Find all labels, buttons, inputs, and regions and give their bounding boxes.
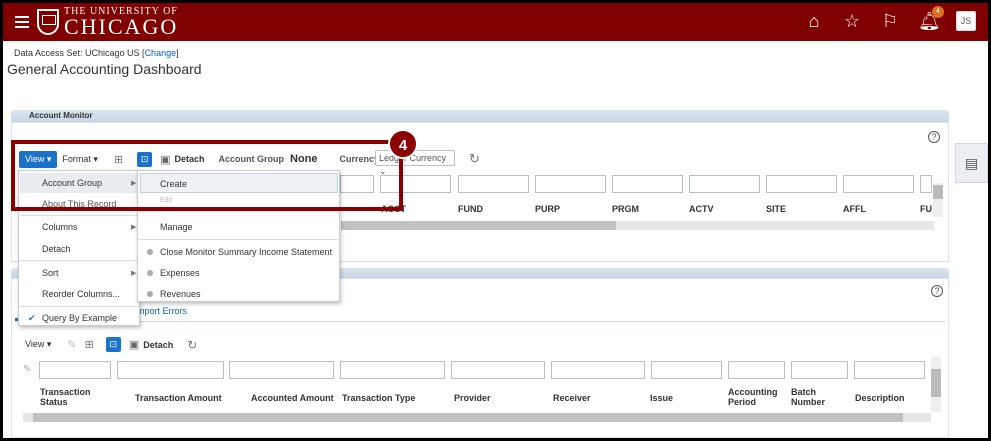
edit-pencil-icon: ✎ xyxy=(67,339,77,351)
column-purp[interactable]: PURP xyxy=(535,204,560,214)
column-affl[interactable]: AFFL xyxy=(843,204,866,214)
shield-icon xyxy=(37,9,59,35)
filter-actv[interactable] xyxy=(689,175,760,193)
column-accounted-amount[interactable]: Accounted Amount xyxy=(251,393,334,403)
menu-item-detach[interactable]: Detach xyxy=(20,239,71,259)
help-icon-2[interactable]: ? xyxy=(931,285,943,297)
refresh-icon-2[interactable]: ↻ xyxy=(187,338,197,352)
column-actv[interactable]: ACTV xyxy=(689,204,714,214)
filter-accounting-period[interactable] xyxy=(728,361,785,379)
menu-separator xyxy=(20,306,138,307)
change-link[interactable]: Change xyxy=(145,48,177,58)
page-title: General Accounting Dashboard xyxy=(7,61,202,77)
import-errors-tab[interactable]: mport Errors xyxy=(137,306,187,316)
filter-site[interactable] xyxy=(766,175,837,193)
university-logo[interactable]: THE UNIVERSITY OF CHICAGO xyxy=(37,7,179,39)
menu-item-query-by-example[interactable]: Query By Example xyxy=(20,308,117,328)
column-transaction-status[interactable]: Transaction Status xyxy=(40,387,110,407)
refresh-icon[interactable]: ↻ xyxy=(469,151,480,167)
account-monitor-title: Account Monitor xyxy=(29,111,93,120)
callout-highlight-box xyxy=(11,140,403,211)
submenu-item-close-monitor[interactable]: Close Monitor Summary Income Statement xyxy=(140,242,332,262)
column-batch-number[interactable]: Batch Number xyxy=(791,387,836,407)
notifications-bell-icon[interactable]: 🔔︎ 4 xyxy=(918,6,944,31)
column-transaction-amount[interactable]: Transaction Amount xyxy=(135,393,222,403)
journals-toolbar: View ▾ ✎ ⊞ ⊡ ▣ Detach ↻ xyxy=(25,337,197,352)
logo-line2: CHICAGO xyxy=(64,14,179,39)
filter-transaction-status[interactable] xyxy=(39,361,111,379)
tab-divider xyxy=(15,321,945,322)
side-panel-toggle-icon[interactable]: ▤ xyxy=(955,143,988,183)
journals-horizontal-scrollbar-thumb[interactable] xyxy=(33,413,903,422)
filter-purp[interactable] xyxy=(535,175,606,193)
data-access-set: Data Access Set: UChicago US [Change] xyxy=(14,48,179,58)
scrollbar-thumb[interactable] xyxy=(933,185,943,199)
data-access-suffix: ] xyxy=(176,48,179,58)
home-icon[interactable]: ⌂ xyxy=(804,11,824,31)
horizontal-scrollbar-thumb[interactable] xyxy=(341,221,616,230)
user-avatar[interactable]: JS xyxy=(956,11,976,31)
submenu-arrow-icon: ▶ xyxy=(131,224,137,231)
edit-row-icon: ✎ xyxy=(23,364,32,375)
column-receiver[interactable]: Receiver xyxy=(553,393,591,403)
filter-prgm[interactable] xyxy=(612,175,683,193)
journals-view-button[interactable]: View ▾ xyxy=(25,339,51,350)
data-access-label: Data Access Set: UChicago US [ xyxy=(14,48,145,58)
menu-item-sort[interactable]: Sort xyxy=(20,263,59,283)
column-transaction-type[interactable]: Transaction Type xyxy=(342,393,415,403)
menu-separator xyxy=(20,260,138,261)
submenu-item-manage[interactable]: Manage xyxy=(140,217,193,237)
column-accounting-period[interactable]: Accounting Period xyxy=(728,387,784,407)
filter-fu[interactable] xyxy=(920,175,932,193)
filter-receiver[interactable] xyxy=(551,361,645,379)
vertical-scrollbar[interactable] xyxy=(933,183,943,217)
menu-separator xyxy=(139,211,339,212)
filter-accounted-amount[interactable] xyxy=(229,361,334,379)
freeze-icon-2[interactable]: ⊞ xyxy=(85,338,94,351)
column-fund[interactable]: FUND xyxy=(458,204,483,214)
filter-batch-number[interactable] xyxy=(791,361,848,379)
detach-icon-2: ▣ xyxy=(128,339,140,351)
notification-count-badge: 4 xyxy=(932,6,944,18)
app-window: THE UNIVERSITY OF CHICAGO ⌂ ☆ ⚐ 🔔︎ 4 JS D… xyxy=(3,3,988,438)
query-by-example-icon-2[interactable]: ⊡ xyxy=(105,337,121,352)
column-site[interactable]: SITE xyxy=(766,204,786,214)
journals-detach-button[interactable]: Detach xyxy=(143,340,173,350)
column-fu[interactable]: FU xyxy=(920,204,932,214)
column-prgm[interactable]: PRGM xyxy=(612,204,639,214)
flag-icon[interactable]: ⚐ xyxy=(880,11,900,31)
menu-item-reorder-columns[interactable]: Reorder Columns... xyxy=(20,284,120,304)
top-navigation-bar: THE UNIVERSITY OF CHICAGO ⌂ ☆ ⚐ 🔔︎ 4 JS xyxy=(3,3,988,41)
column-provider[interactable]: Provider xyxy=(454,393,491,403)
filter-fund[interactable] xyxy=(458,175,529,193)
menu-separator xyxy=(139,239,339,240)
column-issue[interactable]: Issue xyxy=(650,393,673,403)
submenu-item-revenues[interactable]: Revenues xyxy=(140,284,201,304)
filter-provider[interactable] xyxy=(451,361,545,379)
callout-step-badge: 4 xyxy=(388,129,418,159)
submenu-item-expenses[interactable]: Expenses xyxy=(140,263,200,283)
menu-separator xyxy=(20,215,138,216)
filter-affl[interactable] xyxy=(843,175,914,193)
help-icon[interactable]: ? xyxy=(928,131,940,143)
filter-transaction-type[interactable] xyxy=(340,361,445,379)
filter-issue[interactable] xyxy=(651,361,722,379)
filter-transaction-amount[interactable] xyxy=(117,361,224,379)
favorites-star-icon[interactable]: ☆ xyxy=(842,11,862,31)
hamburger-menu-icon[interactable] xyxy=(15,16,29,28)
column-description[interactable]: Description xyxy=(855,393,905,403)
account-monitor-header[interactable]: Account Monitor xyxy=(11,110,949,122)
journals-vertical-scrollbar[interactable] xyxy=(931,357,941,412)
filter-description[interactable] xyxy=(854,361,925,379)
journals-scrollbar-thumb[interactable] xyxy=(931,369,941,397)
menu-item-columns[interactable]: Columns xyxy=(20,217,78,237)
submenu-arrow-icon: ▶ xyxy=(131,270,137,277)
